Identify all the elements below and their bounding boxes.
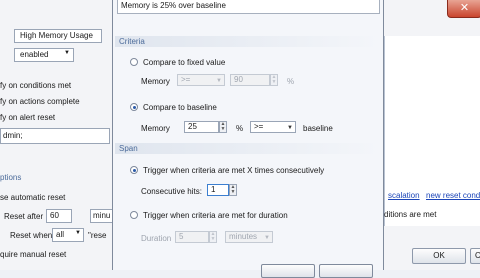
reset-after-label: Reset after	[4, 212, 44, 221]
description-value: Memory is 25% over baseline	[121, 1, 226, 10]
reset-after-value: 60	[50, 211, 59, 220]
consecutive-hits-value: 1	[211, 185, 216, 194]
chevron-down-icon: ▼	[216, 78, 222, 84]
span-section-header: Span	[115, 143, 381, 154]
fixed-unit-label: %	[287, 77, 295, 86]
chevron-down-icon: ▼	[287, 125, 293, 131]
duration-radio[interactable]	[130, 211, 138, 219]
condition-dialog: Memory is 25% over baseline Criteria Com…	[112, 0, 384, 278]
fixed-operator-select[interactable]: >= ▼	[177, 74, 225, 86]
duration-value: 5	[179, 232, 184, 241]
dialog-cancel-button[interactable]	[319, 264, 373, 278]
dialog-ok-button[interactable]	[261, 264, 315, 278]
duration-value-spinner[interactable]: ▲ ▼	[209, 231, 217, 243]
duration-label: Duration	[141, 234, 172, 243]
enabled-select[interactable]: enabled ▼	[14, 48, 74, 62]
fixed-operator-value: >=	[181, 75, 191, 84]
consecutive-radio[interactable]	[130, 166, 138, 174]
background-window-right: scalation new reset cond ditions are met…	[384, 0, 480, 270]
notify-actions-label[interactable]: fy on actions complete	[0, 97, 80, 106]
close-button[interactable]: ✕	[447, 0, 480, 18]
consecutive-hits-label: Consecutive hits:	[141, 187, 202, 196]
admin-field[interactable]: dmin;	[0, 128, 110, 144]
chevron-down-icon: ▼	[75, 230, 81, 236]
name-field-value: High Memory Usage	[20, 31, 93, 40]
consecutive-hits-spinner[interactable]: ▲ ▼	[229, 184, 237, 196]
options-heading: ptions	[0, 173, 22, 182]
ok-button-label: OK	[433, 251, 445, 260]
baseline-operator-select[interactable]: >= ▼	[250, 121, 296, 133]
compare-fixed-label: Compare to fixed value	[143, 58, 226, 67]
criteria-section-title: Criteria	[119, 37, 145, 46]
baseline-value-spinner[interactable]: ▲ ▼	[219, 121, 227, 133]
close-icon: ✕	[459, 2, 470, 14]
span-section-title: Span	[119, 144, 138, 153]
reset-when-label: Reset when	[10, 231, 53, 240]
compare-fixed-radio[interactable]	[130, 58, 138, 66]
require-manual-reset-label[interactable]: quire manual reset	[0, 250, 66, 259]
new-reset-condition-link[interactable]: new reset cond	[426, 191, 480, 200]
cancel-button-label: Ca	[475, 251, 480, 260]
consecutive-label: Trigger when criteria are met X times co…	[143, 166, 325, 175]
fixed-value-field[interactable]: 90	[230, 74, 270, 86]
fixed-value-spinner[interactable]: ▲ ▼	[270, 74, 278, 86]
baseline-suffix-label: baseline	[303, 124, 333, 133]
baseline-unit-label: %	[236, 124, 244, 133]
reset-after-field[interactable]: 60	[46, 209, 72, 223]
notify-conditions-label[interactable]: fy on conditions met	[0, 81, 71, 90]
compare-baseline-label: Compare to baseline	[143, 103, 217, 112]
reset-when-value: all	[56, 230, 65, 239]
ok-button[interactable]: OK	[412, 248, 466, 264]
admin-field-value: dmin;	[3, 131, 23, 140]
duration-unit-select[interactable]: minutes ▼	[225, 231, 273, 243]
duration-unit-value: minutes	[229, 232, 258, 241]
fixed-value: 90	[234, 75, 243, 84]
consecutive-hits-field[interactable]: 1	[207, 184, 229, 196]
reset-after-unit-value: minu	[93, 211, 111, 220]
reset-after-unit-select[interactable]: minu	[90, 209, 113, 223]
baseline-operator-value: >=	[254, 122, 264, 131]
background-window-left: High Memory Usage enabled ▼ fy on condit…	[0, 0, 113, 270]
baseline-memory-label: Memory	[141, 124, 170, 133]
chevron-down-icon: ▼	[264, 235, 270, 241]
fixed-memory-label: Memory	[141, 77, 170, 86]
chevron-down-icon: ▼	[64, 50, 70, 56]
enabled-select-value: enabled	[20, 50, 49, 59]
criteria-section-header: Criteria	[115, 36, 381, 47]
conditions-met-text: ditions are met	[384, 210, 437, 219]
cancel-button[interactable]: Ca	[470, 248, 480, 264]
use-automatic-reset-label[interactable]: se automatic reset	[0, 193, 65, 202]
baseline-value-field[interactable]: 25	[184, 121, 219, 133]
duration-option-label: Trigger when criteria are met for durati…	[143, 211, 288, 220]
notify-alert-reset-label[interactable]: fy on alert reset	[0, 113, 55, 122]
baseline-value: 25	[188, 122, 197, 131]
description-field[interactable]: Memory is 25% over baseline	[117, 0, 380, 14]
reset-when-select[interactable]: all ▼	[52, 228, 84, 242]
duration-value-field[interactable]: 5	[175, 231, 209, 243]
escalation-link[interactable]: scalation	[388, 191, 420, 200]
compare-baseline-radio[interactable]	[130, 103, 138, 111]
name-field[interactable]: High Memory Usage	[14, 29, 102, 43]
reset-when-suffix: "rese	[88, 231, 107, 240]
